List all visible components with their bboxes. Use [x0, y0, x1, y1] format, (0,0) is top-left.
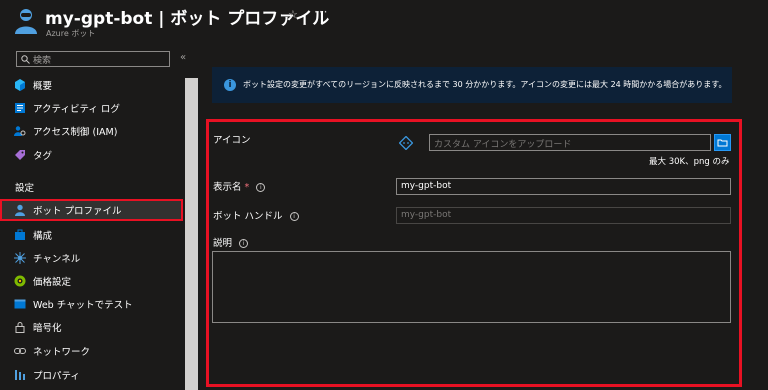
sidebar-item-label: チャンネル [33, 254, 81, 265]
description-label-text: 説明 [213, 238, 233, 249]
lock-icon [15, 322, 25, 333]
display-name-label-text: 表示名 [213, 182, 242, 193]
description-textarea[interactable] [212, 251, 731, 323]
info-icon[interactable]: i [256, 183, 266, 192]
search-input[interactable]: 検索 [16, 51, 170, 67]
sidebar-item-activity-log[interactable]: アクティビティ ログ [0, 97, 183, 119]
display-name-field[interactable]: my-gpt-bot [396, 178, 731, 195]
activity-log-icon [15, 103, 25, 113]
description-label: 説明 i [213, 235, 249, 249]
access-control-icon [14, 126, 26, 136]
sidebar-item-label: 価格設定 [33, 277, 72, 288]
sidebar-item-label: ネットワーク [33, 347, 91, 358]
sidebar-item-label: 概要 [33, 81, 53, 92]
sidebar-item-channels[interactable]: チャンネル [0, 247, 183, 269]
overview-icon [15, 79, 25, 91]
info-icon[interactable]: i [239, 239, 249, 248]
info-banner: i ボット設定の変更がすべてのリージョンに反映されるまで 30 分かかります。ア… [212, 67, 732, 103]
folder-icon [717, 139, 728, 147]
sidebar-item-network[interactable]: ネットワーク [0, 340, 183, 362]
sidebar-item-encryption[interactable]: 暗号化 [0, 316, 183, 338]
channels-icon [14, 252, 26, 264]
sidebar-item-bot-profile[interactable]: ボット プロファイル [0, 199, 183, 221]
upload-button[interactable] [714, 134, 731, 151]
bot-handle-label: ボット ハンドル i [213, 208, 299, 222]
icon-size-hint: 最大 30K、png のみ [649, 157, 730, 167]
sidebar-item-label: Web チャットでテスト [33, 300, 133, 311]
page-header: my-gpt-bot | ボット プロファイル Azure ボット ☆ ··· [0, 0, 768, 46]
info-icon: i [224, 79, 236, 91]
bot-handle-field: my-gpt-bot [396, 207, 731, 224]
bot-icon [15, 9, 37, 34]
network-icon [14, 348, 26, 354]
pricing-icon [14, 275, 26, 287]
search-placeholder: 検索 [33, 56, 52, 66]
bot-profile-form: アイコン カスタム アイコンをアップロード 最大 30K、png のみ 表示名 … [206, 119, 742, 387]
star-outline-icon[interactable]: ☆ [288, 8, 298, 21]
page-subtitle: Azure ボット [46, 29, 96, 38]
bot-profile-icon [15, 204, 25, 216]
page-title: my-gpt-bot | ボット プロファイル [45, 9, 330, 29]
icon-label: アイコン [213, 135, 251, 146]
sidebar-scrollbar[interactable] [185, 78, 198, 390]
required-mark: * [244, 182, 250, 193]
bot-avatar-icon [399, 136, 413, 150]
display-name-label: 表示名 * i [213, 179, 266, 193]
more-icon[interactable]: ··· [314, 5, 328, 19]
icon-upload-field[interactable]: カスタム アイコンをアップロード [429, 134, 711, 151]
sidebar-item-configuration[interactable]: 構成 [0, 224, 183, 246]
sidebar-item-tags[interactable]: タグ [0, 144, 183, 166]
sidebar-item-label: タグ [33, 151, 53, 162]
tag-icon [15, 150, 25, 160]
search-icon [21, 55, 30, 64]
sidebar: 検索 « 概要 アクティビティ ログ アクセス制御 (IAM) タグ 設定 ボッ… [0, 46, 198, 390]
main-content: i ボット設定の変更がすべてのリージョンに反映されるまで 30 分かかります。ア… [198, 46, 768, 390]
sidebar-item-web-chat-test[interactable]: Web チャットでテスト [0, 293, 183, 315]
sidebar-item-label: アクティビティ ログ [33, 104, 120, 115]
sidebar-item-properties[interactable]: プロパティ [0, 364, 183, 386]
web-chat-icon [14, 299, 26, 309]
sidebar-item-label: 暗号化 [33, 323, 62, 334]
sidebar-item-overview[interactable]: 概要 [0, 74, 183, 96]
sidebar-item-label: アクセス制御 (IAM) [33, 127, 118, 138]
bot-handle-label-text: ボット ハンドル [213, 211, 283, 222]
properties-icon [15, 370, 25, 380]
info-icon[interactable]: i [289, 212, 299, 221]
configuration-icon [15, 229, 25, 240]
sidebar-item-pricing[interactable]: 価格設定 [0, 270, 183, 292]
sidebar-item-label: ボット プロファイル [33, 206, 122, 217]
collapse-sidebar-icon[interactable]: « [180, 52, 186, 63]
sidebar-item-access-control[interactable]: アクセス制御 (IAM) [0, 120, 183, 142]
sidebar-item-label: 構成 [33, 231, 53, 242]
settings-section-label: 設定 [15, 183, 35, 194]
sidebar-item-label: プロパティ [33, 371, 80, 382]
banner-text: ボット設定の変更がすべてのリージョンに反映されるまで 30 分かかります。アイコ… [243, 80, 727, 89]
